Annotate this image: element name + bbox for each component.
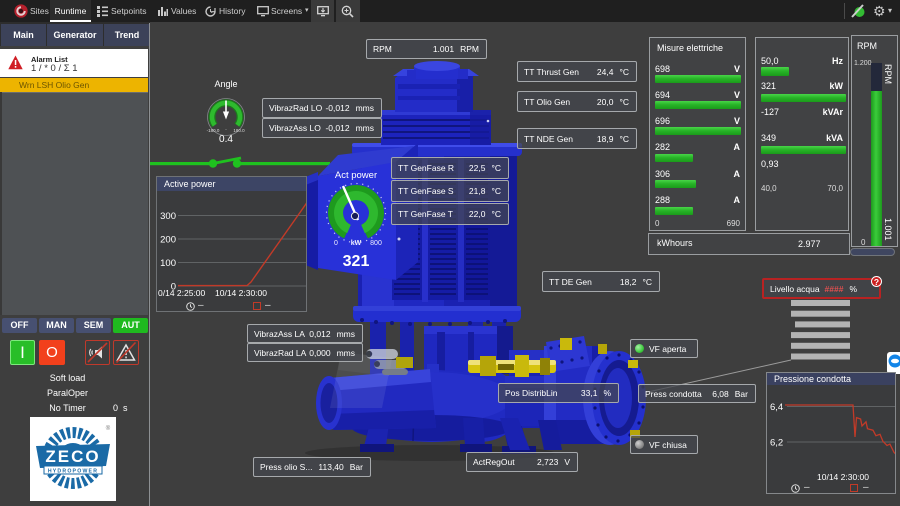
svg-text:180.0: 180.0 [233, 128, 245, 133]
svg-text:®: ® [106, 425, 111, 432]
svg-text:Act power: Act power [335, 170, 377, 181]
svg-text:-180.0: -180.0 [207, 128, 220, 133]
svg-text:300: 300 [160, 211, 176, 222]
svg-text:200: 200 [160, 235, 176, 246]
svg-text:0: 0 [334, 240, 338, 247]
svg-text:321: 321 [343, 253, 370, 270]
svg-text:100: 100 [160, 258, 176, 269]
svg-text:HYDROPOWER: HYDROPOWER [48, 469, 98, 475]
svg-text:800: 800 [370, 240, 382, 247]
svg-text:6,4: 6,4 [770, 402, 783, 413]
svg-text:kW: kW [351, 240, 362, 247]
svg-text:ZECO: ZECO [45, 447, 100, 466]
svg-text:-: - [225, 127, 227, 132]
svg-text:6,2: 6,2 [770, 438, 783, 449]
